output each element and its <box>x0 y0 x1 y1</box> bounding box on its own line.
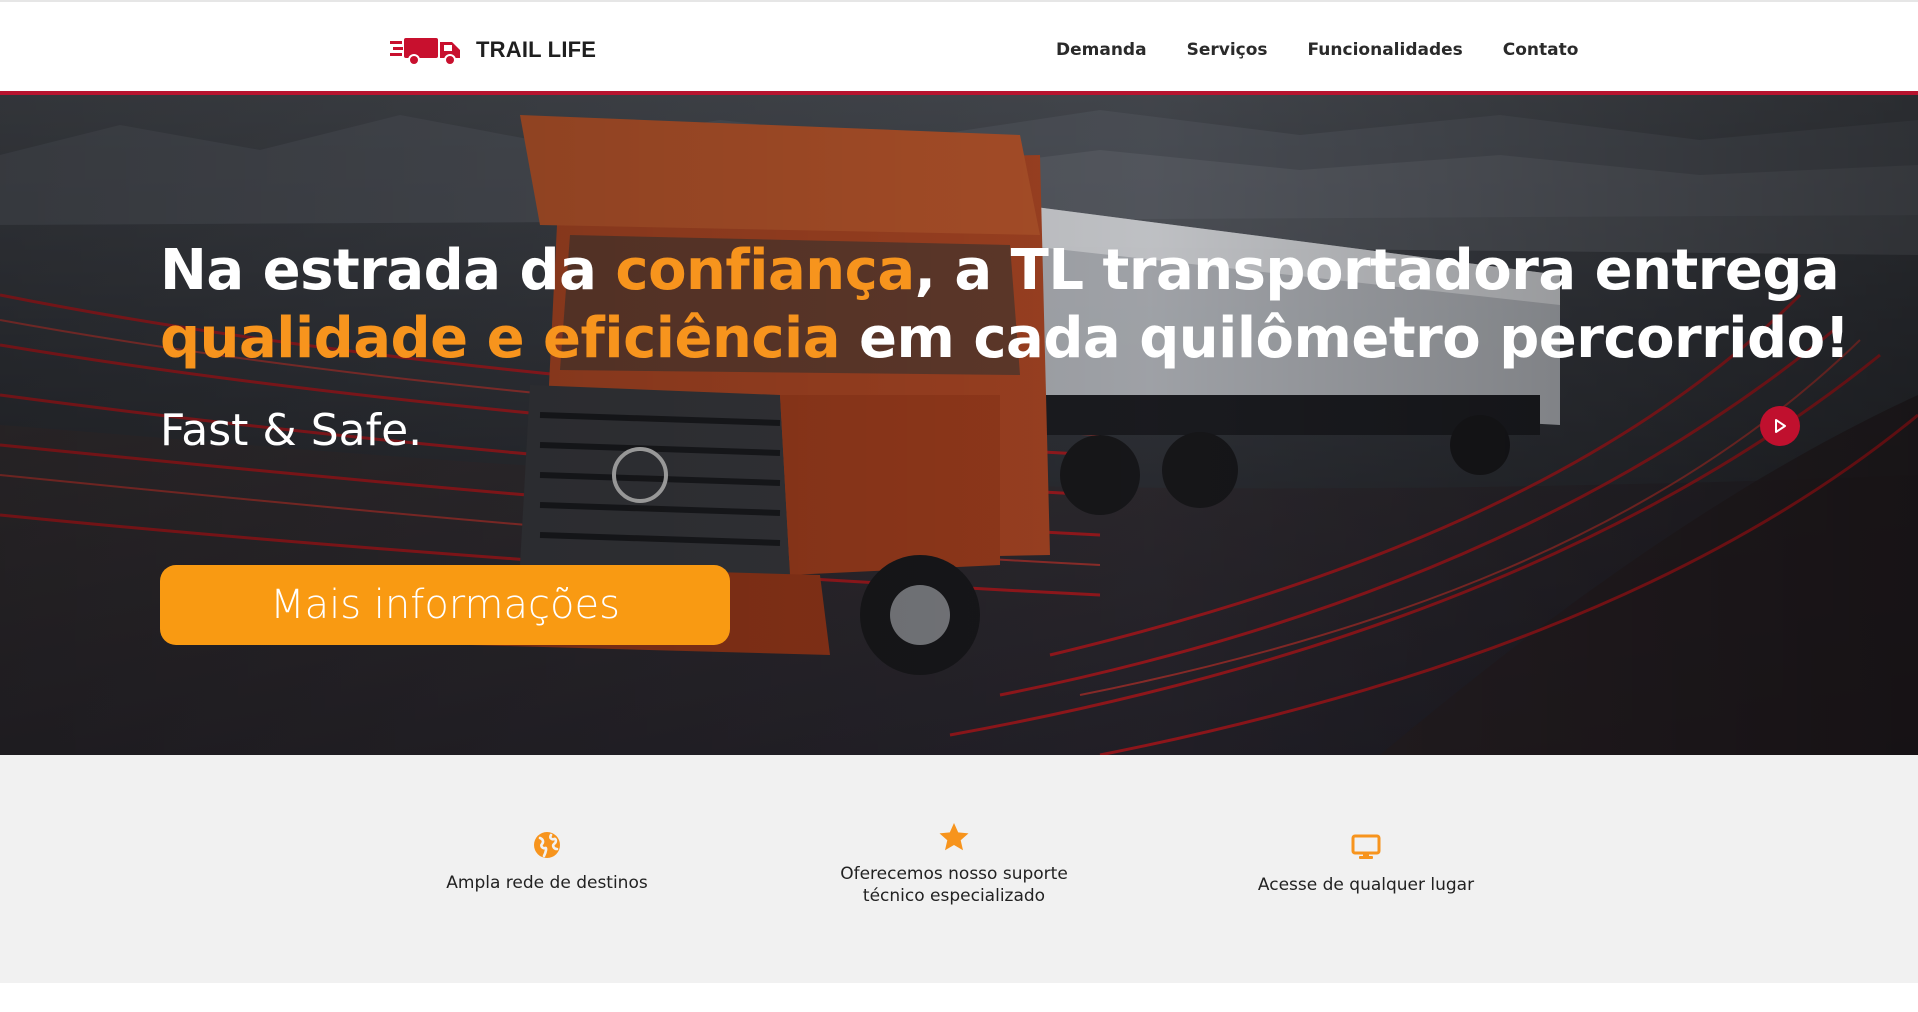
feature-destinations-label: Ampla rede de destinos <box>446 873 648 893</box>
nav-funcionalidades[interactable]: Funcionalidades <box>1308 40 1463 60</box>
feature-support-label-line2: técnico especializado <box>862 886 1046 906</box>
hero-section: Na estrada da confiança, a TL transporta… <box>0 95 1918 755</box>
feature-access-label: Acesse de qualquer lugar <box>1257 875 1475 895</box>
logo-text: TRAIL LIFE <box>476 37 597 62</box>
feature-access: Acesse de qualquer lugar <box>1216 755 1516 896</box>
hero-title: Na estrada da confiança, a TL transporta… <box>160 237 1860 373</box>
hero-title-highlight-confianca: confiança <box>615 238 915 303</box>
feature-support: Oferecemos nosso suporte técnico especia… <box>804 755 1104 907</box>
more-info-button[interactable]: Mais informações <box>160 565 730 645</box>
monitor-icon <box>1351 834 1381 859</box>
features-section: Ampla rede de destinos Oferecemos nosso … <box>0 755 1918 983</box>
carousel-next-button[interactable] <box>1760 406 1800 446</box>
hero-title-part2: , a TL transportadora entrega <box>914 238 1840 303</box>
feature-support-label-line1: Oferecemos nosso suporte <box>840 864 1068 884</box>
star-icon <box>939 823 969 851</box>
globe-icon <box>534 832 560 858</box>
nav-demanda[interactable]: Demanda <box>1056 40 1147 60</box>
feature-support-label: Oferecemos nosso suporte técnico especia… <box>804 863 1104 907</box>
nav-servicos[interactable]: Serviços <box>1187 40 1268 60</box>
truck-speed-icon <box>390 38 460 66</box>
play-icon <box>1775 419 1786 433</box>
feature-destinations: Ampla rede de destinos <box>397 755 697 894</box>
hero-title-part1: Na estrada da <box>160 238 616 303</box>
hero-subtitle: Fast & Safe. <box>160 405 423 456</box>
nav-contato[interactable]: Contato <box>1503 40 1579 60</box>
hero-title-part3: em cada quilômetro percorrido! <box>840 306 1850 371</box>
main-nav: Demanda Serviços Funcionalidades Contato <box>1056 40 1578 60</box>
site-header: TRAIL LIFE Demanda Serviços Funcionalida… <box>0 2 1918 92</box>
logo[interactable]: TRAIL LIFE <box>390 30 596 70</box>
hero-title-highlight-qualidade: qualidade e eficiência <box>160 306 841 371</box>
